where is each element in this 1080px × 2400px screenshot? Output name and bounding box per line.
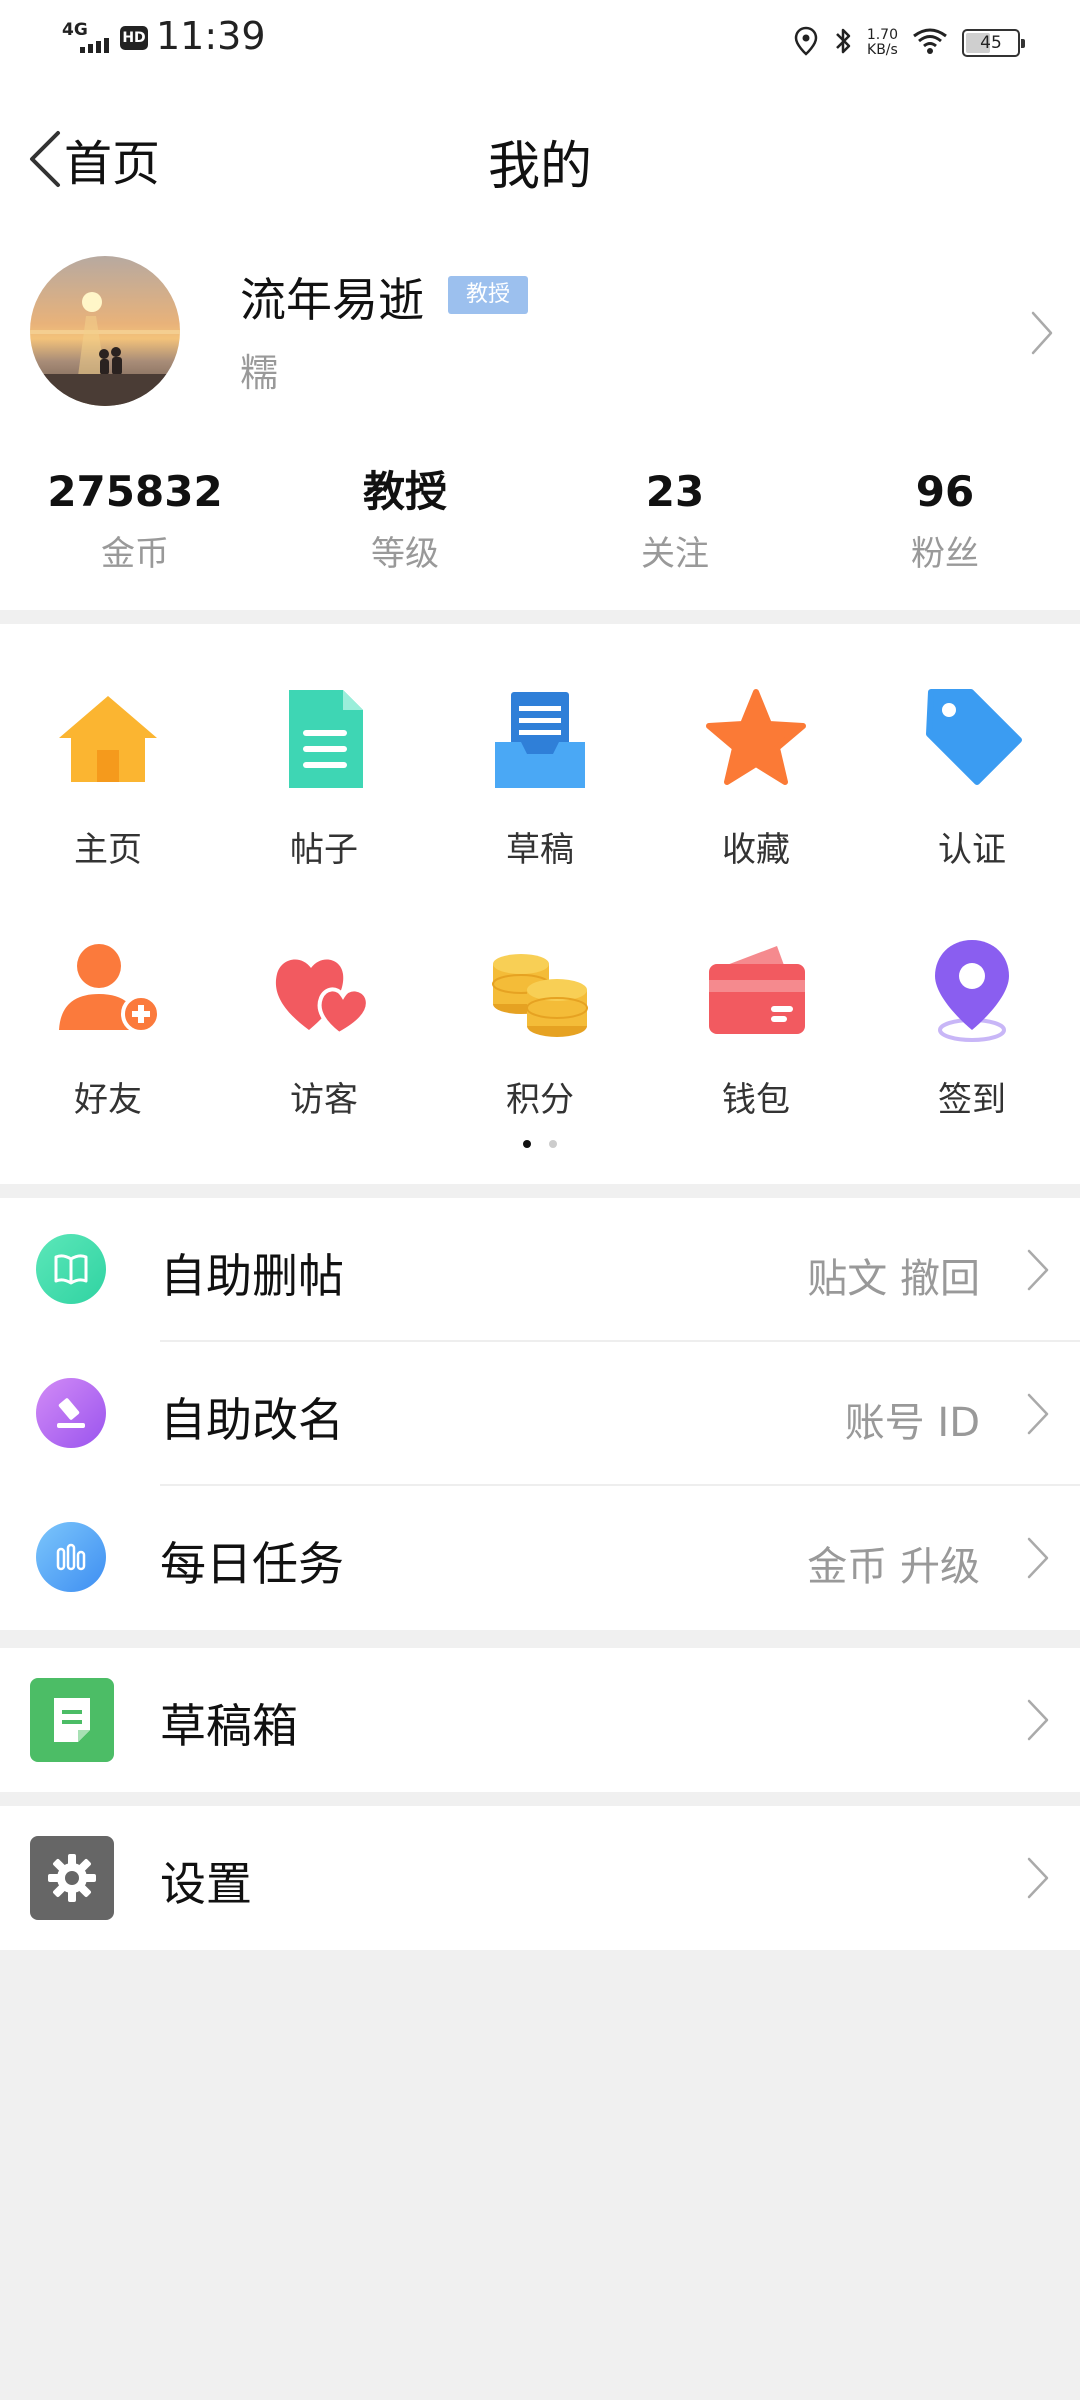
list-item-daily-tasks[interactable]: 每日任务 金币 升级 (0, 1486, 1080, 1630)
rank-badge: 教授 (448, 276, 528, 314)
profile-card: 流年易逝 教授 糯 275832 金币 教授 等级 23 关注 96 粉丝 (0, 234, 1080, 610)
gear-icon (30, 1836, 114, 1920)
stat-label: 金币 (101, 534, 169, 574)
chevron-right-icon[interactable] (1030, 310, 1054, 360)
grid-label: 主页 (74, 830, 142, 870)
status-bar: 4G HD 11:39 1.70 KB/s 45 (0, 0, 1080, 84)
battery-level: 45 (980, 33, 1002, 53)
wifi-icon (912, 27, 948, 59)
hd-icon: HD (120, 26, 148, 50)
chevron-right-icon (1026, 1856, 1050, 1904)
gavel-icon (36, 1378, 106, 1448)
stat-value: 96 (915, 467, 975, 516)
settings-list: 设置 (0, 1806, 1080, 1950)
grid-label: 帖子 (290, 830, 358, 870)
page-dot-active (523, 1140, 531, 1148)
list-item-hint: 金币 升级 (807, 1544, 980, 1590)
list-item-hint: 账号 ID (844, 1400, 980, 1446)
list-item-rename[interactable]: 自助改名 账号 ID (0, 1342, 1080, 1486)
wallet-icon (701, 934, 811, 1044)
page-dot (549, 1140, 557, 1148)
grid-item-drafts[interactable]: 草稿 (432, 684, 648, 934)
network-type: 4G (62, 20, 88, 40)
tag-icon (917, 684, 1027, 794)
book-icon (36, 1234, 106, 1304)
signal-icon (80, 38, 109, 53)
signature: 糯 (240, 351, 279, 395)
stat-label: 粉丝 (911, 534, 979, 574)
coins-icon (485, 934, 595, 1044)
list-item-label: 自助改名 (160, 1393, 344, 1447)
list-item-label: 每日任务 (160, 1537, 344, 1591)
grid-label: 钱包 (722, 1080, 790, 1120)
list-item-hint: 贴文 撤回 (807, 1256, 980, 1302)
stat-value: 23 (645, 467, 705, 516)
grid-item-home[interactable]: 主页 (0, 684, 216, 934)
list-item-delete-post[interactable]: 自助删帖 贴文 撤回 (0, 1198, 1080, 1342)
draft-tray-icon (485, 684, 595, 794)
list-item-label: 草稿箱 (160, 1699, 298, 1753)
stats-row: 275832 金币 教授 等级 23 关注 96 粉丝 (0, 464, 1080, 575)
nav-bar: 首页 我的 (0, 84, 1080, 234)
chevron-right-icon (1026, 1698, 1050, 1746)
list-item-settings[interactable]: 设置 (0, 1806, 1080, 1950)
speed-value: 1.70 (866, 27, 898, 43)
grid-label: 认证 (938, 830, 1006, 870)
chevron-right-icon (1026, 1536, 1050, 1584)
status-time: 11:39 (156, 14, 266, 58)
speed-unit: KB/s (867, 42, 898, 58)
page-title: 我的 (487, 137, 592, 197)
battery-icon: 45 (962, 29, 1025, 57)
stat-followers[interactable]: 96 粉丝 (810, 464, 1080, 575)
stat-label: 等级 (371, 534, 439, 574)
chevron-right-icon (1026, 1392, 1050, 1440)
service-list: 自助删帖 贴文 撤回 自助改名 账号 ID 每日任务 金币 升级 (0, 1198, 1080, 1630)
grid-label: 签到 (938, 1080, 1006, 1120)
list-item-draft-box[interactable]: 草稿箱 (0, 1648, 1080, 1792)
stat-value: 教授 (362, 467, 447, 516)
stat-level[interactable]: 教授 等级 (270, 464, 540, 575)
location-icon (793, 26, 819, 60)
status-right: 1.70 KB/s 45 (793, 20, 1025, 66)
list-item-label: 设置 (160, 1857, 252, 1911)
grid-label: 访客 (290, 1080, 358, 1120)
stat-value: 275832 (47, 467, 223, 516)
page-indicator (0, 1140, 1080, 1148)
stat-following[interactable]: 23 关注 (540, 464, 810, 575)
drafts-list: 草稿箱 (0, 1648, 1080, 1792)
grid-item-verify[interactable]: 认证 (864, 684, 1080, 934)
shortcut-grid: 主页 帖子 草稿 收藏 认证 好友 访客 积分 钱包 签到 (0, 624, 1080, 1184)
stat-label: 关注 (641, 534, 709, 574)
grid-label: 草稿 (506, 830, 574, 870)
bar-chart-icon (36, 1522, 106, 1592)
stat-coins[interactable]: 275832 金币 (0, 464, 270, 575)
list-item-label: 自助删帖 (160, 1249, 344, 1303)
grid-item-favorites[interactable]: 收藏 (648, 684, 864, 934)
hearts-icon (269, 934, 379, 1044)
add-friend-icon (53, 934, 163, 1044)
network-speed: 1.70 KB/s (867, 28, 898, 58)
home-icon (53, 684, 163, 794)
grid-item-posts[interactable]: 帖子 (216, 684, 432, 934)
grid-label: 好友 (74, 1080, 142, 1120)
grid-label: 收藏 (722, 830, 790, 870)
note-icon (30, 1678, 114, 1762)
avatar[interactable] (30, 256, 180, 406)
chevron-right-icon (1026, 1248, 1050, 1296)
username: 流年易逝 (240, 273, 424, 327)
star-icon (701, 684, 811, 794)
grid-label: 积分 (506, 1080, 574, 1120)
location-pin-icon (917, 934, 1027, 1044)
bluetooth-icon (833, 26, 853, 60)
document-icon (269, 684, 379, 794)
